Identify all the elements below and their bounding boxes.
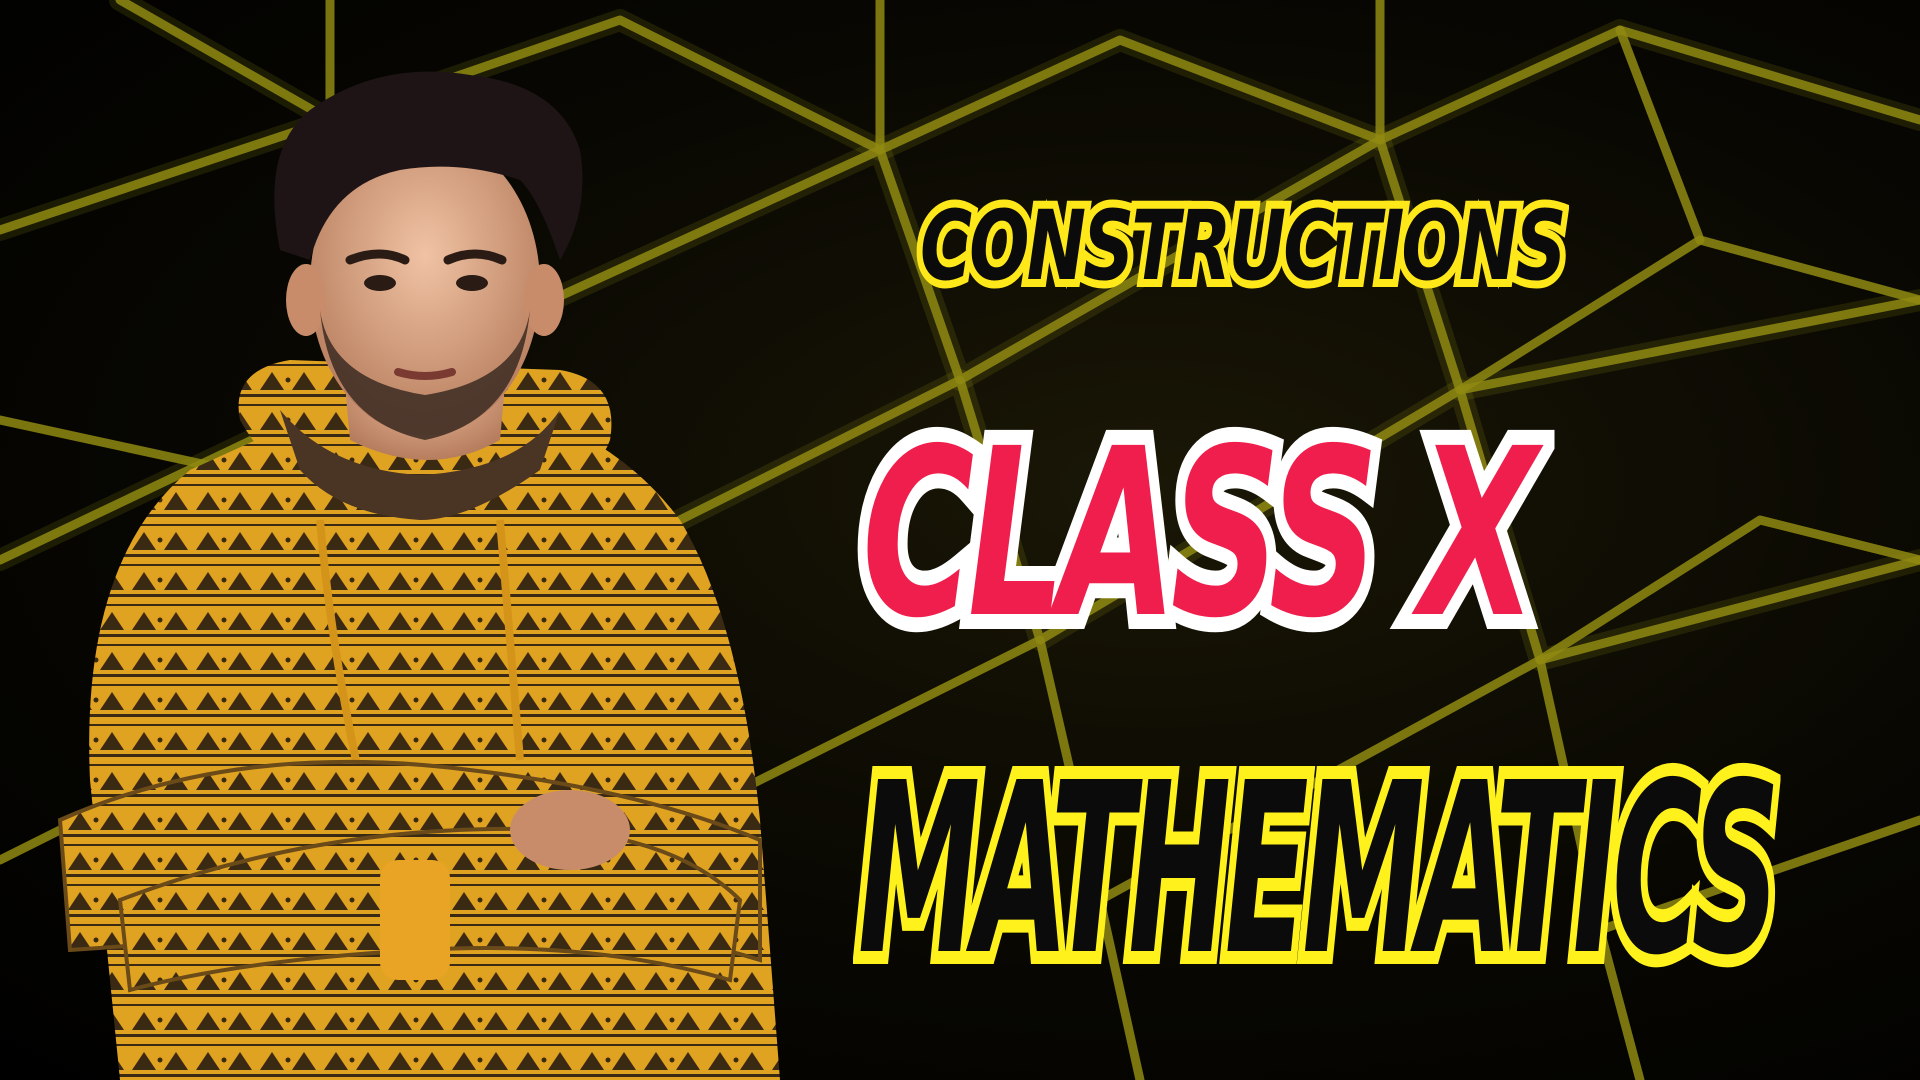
topic-title: CONSTRUCTIONS: [914, 190, 1572, 302]
eye-right: [456, 275, 488, 291]
hand: [510, 790, 630, 870]
mouth: [394, 368, 456, 380]
eye-left: [364, 275, 396, 291]
subject-title: MATHEMATICS: [851, 732, 1787, 1007]
ear-right: [524, 264, 564, 336]
thumbnail-canvas: CONSTRUCTIONS CLASS X MATHEMATICS: [0, 0, 1920, 1080]
ear-left: [286, 264, 326, 336]
class-title: CLASS X: [852, 399, 1547, 669]
sleeve-cuff: [380, 860, 450, 980]
